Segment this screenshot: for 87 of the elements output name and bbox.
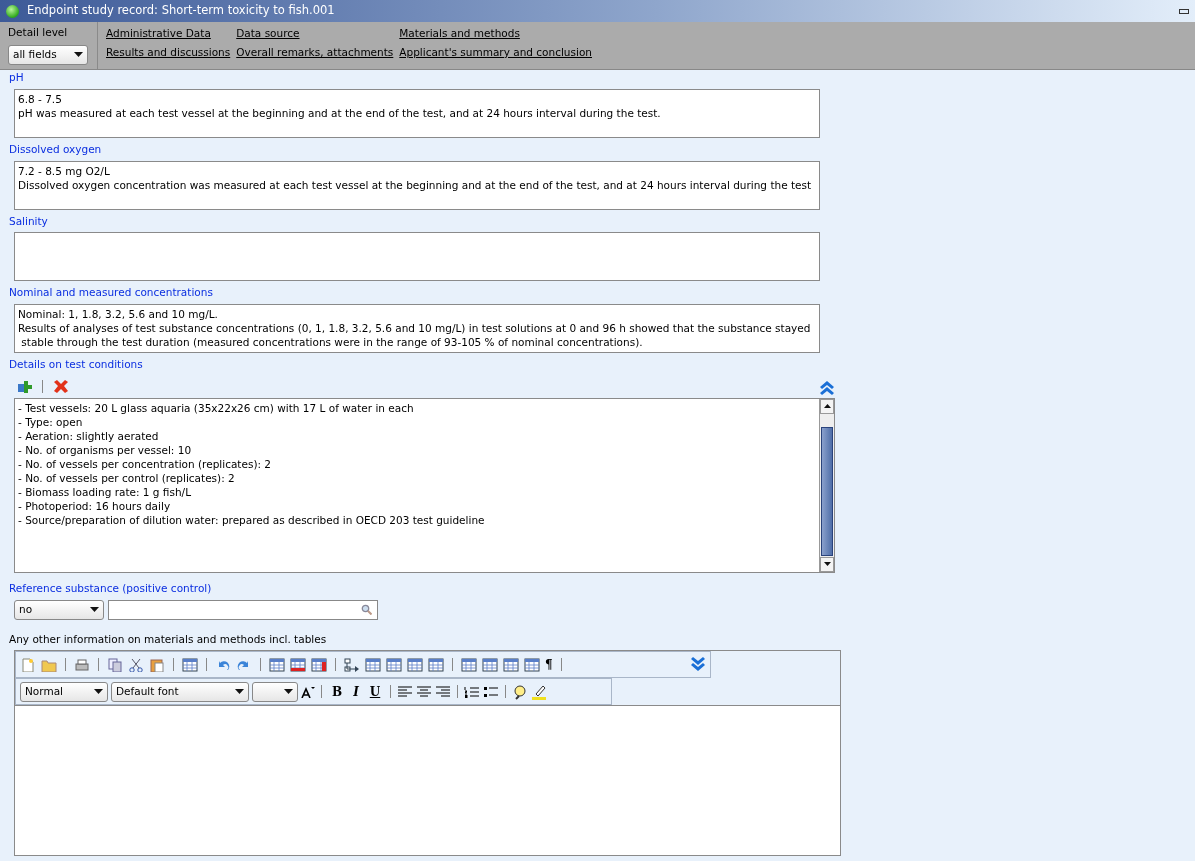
table-icon[interactable] — [407, 657, 423, 672]
text-line: Dissolved oxygen concentration was measured at each test vessel at the beginning and at the end of the test, and at 24 hours interval during the test — [18, 177, 813, 192]
expand-icon[interactable] — [690, 656, 706, 673]
list-line: - Source/preparation of dilution water: prepared as described in OECD 203 test guideline — [18, 512, 486, 527]
list-line: - Photoperiod: 16 hours daily — [18, 498, 172, 513]
list-line: - No. of vessels per control (replicates): 2 — [18, 470, 236, 485]
field-label: Dissolved oxygen — [9, 141, 103, 157]
table-icon[interactable] — [269, 657, 285, 672]
style-dropdown[interactable]: Normal — [20, 681, 108, 702]
text-line: Nominal: 1, 1.8, 3.2, 5.6 and 10 mg/L. — [18, 307, 219, 321]
font-dropdown[interactable]: Default font — [111, 681, 249, 702]
detail-level-dropdown[interactable]: all fields — [8, 44, 88, 65]
caret-icon — [94, 689, 103, 695]
table-icon[interactable] — [503, 657, 519, 672]
caret-icon — [284, 689, 293, 695]
pilcrow-button[interactable]: ¶ — [545, 655, 553, 674]
collapse-icon[interactable] — [819, 378, 835, 395]
size-dropdown[interactable] — [252, 681, 298, 702]
reference-dropdown[interactable]: no — [14, 599, 104, 620]
text-area[interactable]: 6.8 - 7.5 pH was measured at each test vessel at the beginning and at the end of the test, and at 24 hours interval during the test. — [14, 88, 820, 138]
bold-button[interactable]: B — [328, 682, 347, 701]
copy-icon[interactable] — [107, 657, 123, 672]
detail-level-label: Detail level — [8, 25, 69, 40]
scrollbar[interactable] — [819, 398, 834, 572]
list-line: - No. of vessels per concentration (replicates): 2 — [18, 456, 273, 471]
indent-icon[interactable] — [344, 657, 360, 672]
field-label: Details on test conditions — [9, 357, 144, 372]
nav-link[interactable]: Administrative Data — [106, 26, 231, 42]
add-icon[interactable] — [17, 378, 33, 395]
field-label: pH — [9, 70, 25, 85]
table-icon[interactable] — [386, 657, 402, 672]
search-icon — [361, 604, 372, 615]
align-left-icon[interactable] — [397, 685, 414, 698]
search-field[interactable] — [108, 599, 378, 620]
nav-link[interactable]: Data source — [236, 26, 394, 42]
table-icon[interactable] — [524, 657, 540, 672]
underline-button[interactable]: U — [365, 682, 385, 701]
table-icon[interactable] — [311, 657, 327, 672]
field-label: Nominal and measured concentrations — [9, 285, 214, 301]
window-title: Endpoint study record: Short-term toxicity to fish.001 — [27, 2, 335, 20]
scroll-thumb[interactable] — [821, 426, 833, 556]
caret-icon — [235, 689, 244, 695]
table-icon[interactable] — [365, 657, 381, 672]
status-icon — [6, 4, 19, 18]
table-icon[interactable] — [461, 657, 477, 672]
highlighter-icon[interactable] — [531, 683, 548, 700]
list-line: - Type: open — [18, 414, 84, 429]
text-area[interactable] — [14, 304, 820, 353]
bullet-list-icon[interactable] — [483, 685, 500, 698]
list-area[interactable] — [14, 397, 835, 573]
list-line: - Biomass loading rate: 1 g fish/L — [18, 484, 192, 499]
scroll-up-icon[interactable] — [823, 404, 831, 409]
scissors-icon[interactable] — [128, 657, 144, 672]
text-line: 7.2 - 8.5 mg O2/L — [18, 163, 111, 178]
nav-link[interactable]: Applicant's summary and conclusion — [399, 44, 592, 61]
table-icon[interactable] — [182, 657, 198, 672]
text-line: pH was measured at each test vessel at the beginning and at the end of the test, and at 24 hours interval during the test. — [18, 105, 662, 120]
table-icon[interactable] — [428, 657, 444, 672]
text-line: Results of analyses of test substance concentrations (0, 1, 1.8, 3.2, 5.6 and 10 mg/L) in test solutions at 0 and 96 h showed that the substance stayed — [18, 321, 812, 335]
field-label: Any other information on materials and methods incl. tables — [9, 631, 328, 647]
align-right-icon[interactable] — [435, 685, 452, 698]
print-icon[interactable] — [74, 657, 90, 672]
italic-button[interactable]: I — [349, 682, 363, 701]
text-line: 6.8 - 7.5 — [18, 91, 63, 106]
spell-check-icon[interactable] — [512, 683, 529, 700]
scroll-down-icon[interactable] — [823, 562, 831, 567]
maximize-button[interactable] — [1179, 8, 1189, 14]
field-label: Reference substance (positive control) — [9, 580, 213, 596]
text-area[interactable]: 7.2 - 8.5 mg O2/L Dissolved oxygen concentration was measured at each test vessel at the beginning and at the end of the test, and at 24 hours interval during the test — [14, 160, 820, 210]
font-size-icon[interactable] — [301, 685, 315, 698]
nav-link[interactable]: Materials and methods — [399, 26, 592, 42]
caret-icon — [74, 52, 83, 58]
paste-icon[interactable] — [149, 657, 165, 672]
table-icon[interactable] — [290, 657, 306, 672]
text-line: stable through the test duration (measured concentrations were in the range of 93-105 % of nominal concentrations). — [20, 335, 644, 349]
list-line: - No. of organisms per vessel: 10 — [18, 442, 193, 457]
nav-link[interactable]: Overall remarks, attachments — [236, 44, 394, 61]
delete-icon[interactable] — [52, 378, 68, 395]
nav-link[interactable]: Results and discussions — [106, 44, 231, 61]
list-line: - Aeration: slightly aerated — [18, 428, 160, 443]
align-center-icon[interactable] — [416, 685, 433, 698]
caret-icon — [90, 607, 99, 612]
list-line: - Test vessels: 20 L glass aquaria (35x22x26 cm) with 17 L of water in each — [18, 400, 415, 415]
field-label: Salinity — [9, 213, 49, 229]
folder-icon[interactable] — [41, 657, 57, 672]
table-icon[interactable] — [482, 657, 498, 672]
numbered-list-icon[interactable] — [464, 685, 481, 698]
